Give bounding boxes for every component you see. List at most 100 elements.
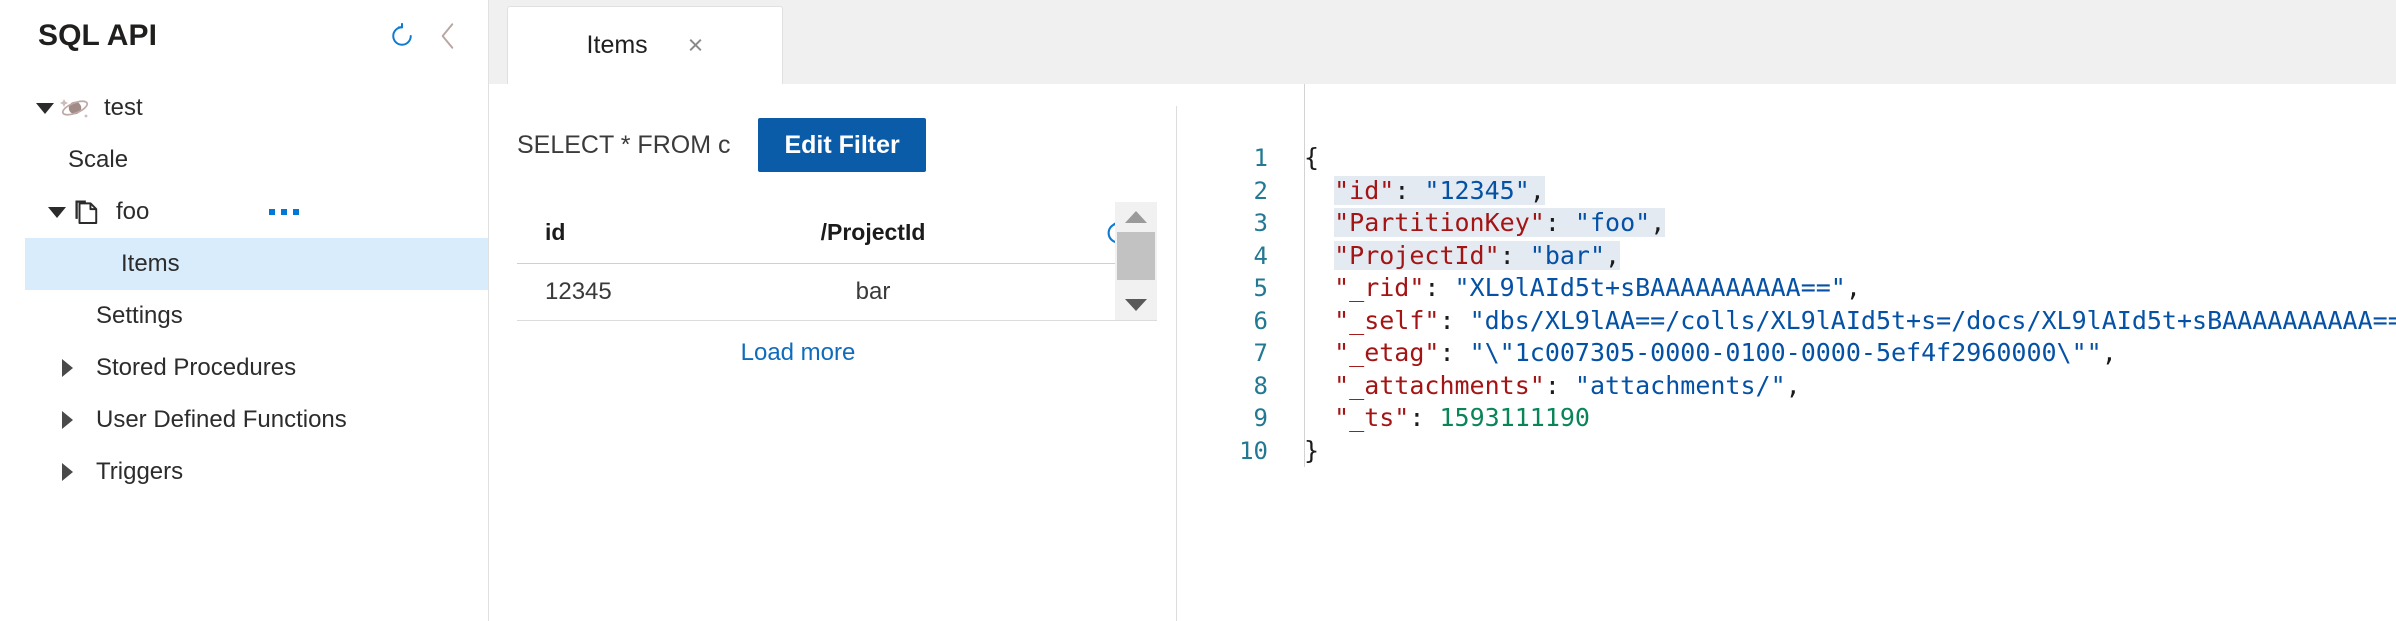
editor-tokens: "_ts": 1593111190	[1334, 403, 1590, 432]
tree-item-label: Stored Procedures	[96, 354, 297, 381]
sidebar-title: SQL API	[38, 19, 158, 52]
token-p: ,	[1529, 175, 1545, 205]
token-s: "bar"	[1529, 240, 1606, 270]
editor-tokens: "PartitionKey": "foo",	[1334, 208, 1666, 237]
token-p: :	[1439, 305, 1470, 335]
caret-right-icon[interactable]	[54, 355, 80, 381]
triangle-up-icon[interactable]	[1115, 202, 1157, 232]
grid-scrollbar[interactable]	[1115, 202, 1157, 320]
editor-line[interactable]: 4 "ProjectId": "bar",	[1176, 240, 2396, 273]
tab-items[interactable]: Items ×	[507, 6, 783, 84]
token-k: "_etag"	[1334, 338, 1440, 367]
sidebar-item-settings[interactable]: Settings	[0, 290, 489, 342]
main-pane: Items × SELECT * FROM c Edit Filter id /…	[489, 0, 2396, 621]
editor-line[interactable]: 7 "_etag": "\"1c007305-0000-0100-0000-5e…	[1176, 337, 2396, 370]
line-number: 9	[1253, 404, 1268, 432]
editor-line[interactable]: 5 "_rid": "XL9lAId5t+sBAAAAAAAAAA==",	[1176, 272, 2396, 305]
line-number: 4	[1253, 241, 1268, 270]
token-p: }	[1304, 435, 1320, 465]
tree-item-label: User Defined Functions	[96, 406, 347, 433]
editor-tokens: "ProjectId": "bar",	[1334, 240, 1621, 270]
line-number: 1	[1253, 144, 1268, 172]
token-s: "\"1c007305-0000-0100-0000-5ef4f2960000\…	[1469, 338, 2102, 367]
document-editor-pane: 1{2 "id": "12345", 3 "PartitionKey": "foo…	[1176, 84, 2396, 621]
content-area: SELECT * FROM c Edit Filter id /ProjectI…	[489, 84, 2396, 621]
query-toolbar: SELECT * FROM c Edit Filter	[489, 84, 1176, 172]
editor-line[interactable]: 10}	[1176, 435, 2396, 468]
line-number: 2	[1253, 176, 1268, 205]
sidebar-item-triggers[interactable]: Triggers	[0, 446, 489, 498]
editor-line-content: "ProjectId": "bar",	[1286, 240, 2396, 273]
token-p: :	[1544, 208, 1575, 237]
token-s: "attachments/"	[1574, 370, 1786, 400]
caret-right-icon[interactable]	[54, 407, 80, 433]
token-p: :	[1499, 240, 1530, 270]
editor-tokens: "_rid": "XL9lAId5t+sBAAAAAAAAAA==",	[1334, 273, 1861, 302]
cell-id: 12345	[545, 278, 612, 305]
editor-line-content: "PartitionKey": "foo",	[1286, 207, 2396, 240]
editor-line[interactable]: 2 "id": "12345",	[1176, 175, 2396, 208]
sidebar-item-stored-procedures[interactable]: Stored Procedures	[0, 342, 489, 394]
editor-line[interactable]: 8 "_attachments": "attachments/",	[1176, 370, 2396, 403]
editor-line-content: "_self": "dbs/XL9lAA==/colls/XL9lAId5t+s…	[1286, 305, 2396, 338]
edit-filter-button[interactable]: Edit Filter	[758, 118, 926, 172]
sidebar-item-items[interactable]: Items	[25, 238, 489, 290]
close-icon[interactable]: ×	[688, 32, 704, 59]
sidebar: SQL API test Scale foo Items Settings St…	[0, 0, 489, 621]
editor-line[interactable]: 6 "_self": "dbs/XL9lAA==/colls/XL9lAId5t…	[1176, 305, 2396, 338]
documents-grid-wrapper: id /ProjectId 12345 bar Load more	[517, 202, 1157, 367]
tree-item-label: test	[104, 94, 143, 121]
load-more-link[interactable]: Load more	[517, 321, 1079, 367]
token-p: ,	[1785, 370, 1801, 400]
editor-line-content: "id": "12345",	[1286, 175, 2396, 208]
resource-tree: test Scale foo Items Settings Stored Pro…	[0, 72, 489, 498]
column-header-id[interactable]: id	[517, 219, 697, 246]
tree-item-label: foo	[116, 198, 150, 225]
editor-line-content: }	[1286, 435, 2396, 468]
editor-line-content: "_ts": 1593111190	[1286, 402, 2396, 435]
tab-label: Items	[586, 31, 648, 59]
token-p: :	[1544, 370, 1575, 400]
editor-tokens: }	[1304, 436, 1319, 465]
token-k: "_self"	[1334, 305, 1440, 335]
editor-line[interactable]: 3 "PartitionKey": "foo",	[1176, 207, 2396, 240]
line-number: 8	[1253, 371, 1268, 400]
token-p: :	[1394, 175, 1425, 205]
json-editor[interactable]: 1{2 "id": "12345", 3 "PartitionKey": "foo…	[1176, 84, 2396, 467]
editor-tokens: {	[1304, 143, 1319, 172]
token-k: "ProjectId"	[1334, 240, 1500, 270]
editor-line[interactable]: 9 "_ts": 1593111190	[1176, 402, 2396, 435]
caret-down-icon[interactable]	[32, 95, 58, 121]
token-p: :	[1424, 273, 1455, 302]
tree-item-label: Items	[121, 250, 180, 277]
caret-right-icon[interactable]	[54, 459, 80, 485]
tree-item-test[interactable]: test	[0, 82, 489, 134]
token-p: ,	[1605, 240, 1621, 270]
container-context-menu-button[interactable]	[269, 209, 299, 215]
caret-down-icon[interactable]	[44, 199, 70, 225]
sidebar-item-user-defined-functions[interactable]: User Defined Functions	[0, 394, 489, 446]
scrollbar-thumb[interactable]	[1117, 232, 1155, 280]
line-number: 10	[1239, 436, 1268, 465]
editor-line[interactable]: 1{	[1176, 142, 2396, 175]
token-p: ,	[1650, 208, 1666, 237]
token-s: "foo"	[1574, 208, 1651, 237]
editor-line-content: "_etag": "\"1c007305-0000-0100-0000-5ef4…	[1286, 337, 2396, 370]
triangle-down-icon[interactable]	[1115, 290, 1157, 320]
column-header-partition-key[interactable]: /ProjectId	[697, 219, 1079, 246]
editor-line-content: {	[1286, 142, 2396, 175]
tabstrip: Items ×	[489, 0, 2396, 84]
token-k: "_rid"	[1334, 273, 1425, 302]
tree-item-label: Triggers	[96, 458, 184, 485]
table-row[interactable]: 12345 bar	[517, 264, 1157, 320]
refresh-icon[interactable]	[379, 13, 425, 59]
token-k: "_attachments"	[1334, 370, 1545, 400]
tree-item-foo[interactable]: foo	[0, 186, 489, 238]
token-s: "dbs/XL9lAA==/colls/XL9lAId5t+s=/docs/XL…	[1469, 305, 2396, 335]
chevron-left-icon[interactable]	[425, 13, 471, 59]
line-number: 7	[1253, 339, 1268, 367]
tree-item-label: Settings	[96, 302, 183, 329]
token-s: "XL9lAId5t+sBAAAAAAAAAA=="	[1454, 273, 1846, 302]
sidebar-header: SQL API	[0, 0, 489, 72]
tree-item-scale[interactable]: Scale	[0, 134, 489, 186]
